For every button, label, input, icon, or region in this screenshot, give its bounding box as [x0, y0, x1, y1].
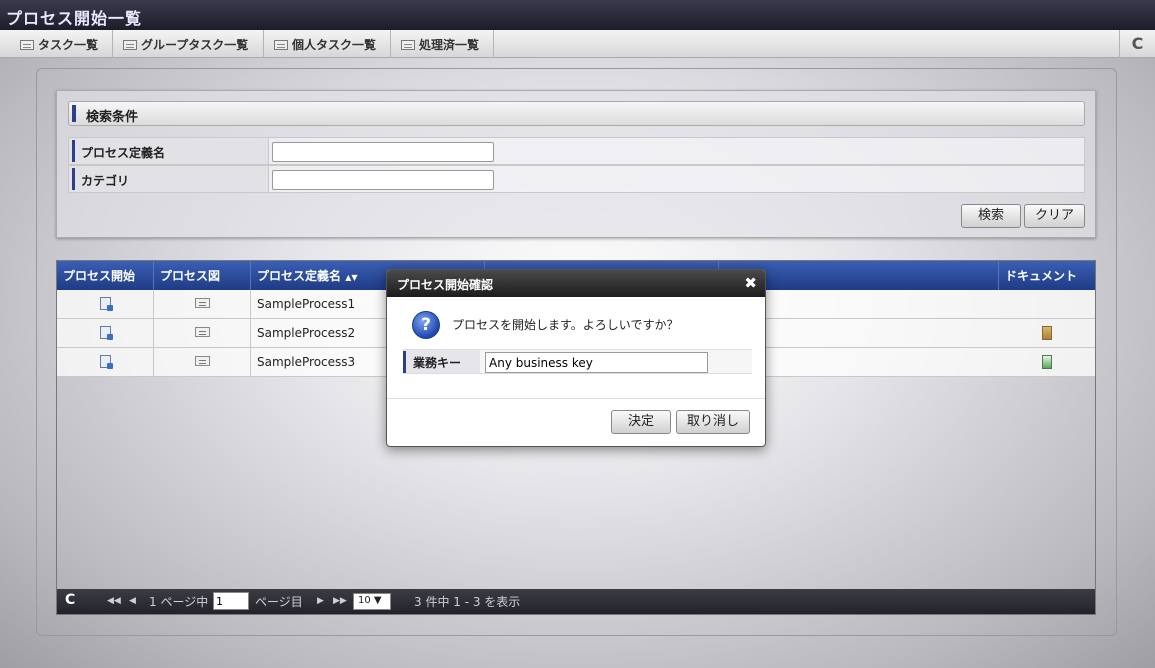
- prev-page-icon[interactable]: ◀: [129, 596, 136, 606]
- tab-label: 個人タスク一覧: [292, 38, 377, 52]
- pager-refresh-icon[interactable]: C: [65, 592, 75, 608]
- process-diagram-icon[interactable]: [194, 298, 210, 308]
- business-key-input[interactable]: [485, 352, 708, 373]
- process-name-label: プロセス定義名: [69, 138, 269, 164]
- tab-bar: タスク一覧 グループタスク一覧 個人タスク一覧 処理済一覧 C: [0, 30, 1155, 58]
- tab-personal-task-list[interactable]: 個人タスク一覧: [264, 30, 391, 58]
- tab-label: タスク一覧: [38, 38, 99, 52]
- refresh-icon[interactable]: C: [1119, 30, 1155, 58]
- diagram-cell: [154, 348, 251, 377]
- page-prefix: 1 ページ中: [149, 595, 209, 609]
- start-cell: [57, 290, 154, 319]
- tab-processed-list[interactable]: 処理済一覧: [391, 30, 494, 58]
- condition-row-category: カテゴリ: [68, 165, 1085, 193]
- document-cell: [999, 290, 1095, 319]
- document-cell: [999, 319, 1095, 348]
- diagram-cell: [154, 319, 251, 348]
- start-process-icon[interactable]: [99, 297, 113, 311]
- search-header: 検索条件: [68, 101, 1085, 126]
- dialog-title: プロセス開始確認 ✖: [387, 270, 765, 297]
- page-number-input[interactable]: [213, 592, 249, 610]
- category-label: カテゴリ: [69, 166, 269, 192]
- dialog-divider: [387, 398, 765, 399]
- start-process-icon[interactable]: [99, 355, 113, 369]
- cancel-button[interactable]: 取り消し: [676, 410, 750, 434]
- process-name-input[interactable]: [272, 142, 494, 162]
- business-key-row: 業務キー: [403, 349, 752, 374]
- page-size-select[interactable]: 10 ▼: [353, 593, 391, 610]
- start-cell: [57, 319, 154, 348]
- list-icon: [20, 40, 34, 50]
- dialog-message: プロセスを開始します。よろしいですか？: [452, 318, 679, 332]
- tab-group-task-list[interactable]: グループタスク一覧: [113, 30, 264, 58]
- search-panel: 検索条件 プロセス定義名 カテゴリ 検索 クリア: [56, 90, 1096, 238]
- tab-label: グループタスク一覧: [141, 38, 249, 52]
- column-label: プロセス定義名: [257, 269, 342, 283]
- tab-task-list[interactable]: タスク一覧: [10, 30, 113, 58]
- close-icon[interactable]: ✖: [744, 274, 757, 292]
- condition-row-process-name: プロセス定義名: [68, 137, 1085, 165]
- page-title: プロセス開始一覧: [0, 0, 1155, 30]
- list-icon: [274, 40, 288, 50]
- document-icon[interactable]: [1042, 355, 1052, 369]
- question-icon: ?: [412, 311, 440, 339]
- tab-label: 処理済一覧: [419, 38, 480, 52]
- confirm-dialog: プロセス開始確認 ✖ ? プロセスを開始します。よろしいですか？ 業務キー 決定…: [386, 269, 766, 447]
- pager-summary: 3 件中 1 - 3 を表示: [414, 595, 521, 609]
- document-cell: [999, 348, 1095, 377]
- start-process-icon[interactable]: [99, 326, 113, 340]
- process-diagram-icon[interactable]: [194, 327, 210, 337]
- first-page-icon[interactable]: ◀◀: [107, 596, 121, 606]
- sort-icon: ▲▼: [345, 273, 358, 282]
- column-process-diagram[interactable]: プロセス図: [154, 261, 251, 290]
- dialog-title-text: プロセス開始確認: [397, 278, 494, 292]
- clear-button[interactable]: クリア: [1024, 204, 1085, 228]
- last-page-icon[interactable]: ▶▶: [333, 596, 347, 606]
- search-button[interactable]: 検索: [961, 204, 1021, 228]
- start-cell: [57, 348, 154, 377]
- list-icon: [123, 40, 137, 50]
- column-document[interactable]: ドキュメント: [999, 261, 1095, 290]
- diagram-cell: [154, 290, 251, 319]
- ok-button[interactable]: 決定: [611, 410, 671, 434]
- business-key-label: 業務キー: [403, 350, 480, 373]
- pager: C ◀◀ ◀ 1 ページ中 ページ目 ▶ ▶▶ 10 ▼ 3 件中 1 - 3 …: [57, 589, 1095, 614]
- list-icon: [401, 40, 415, 50]
- page-suffix: ページ目: [255, 595, 303, 609]
- column-process-start[interactable]: プロセス開始: [57, 261, 154, 290]
- category-input[interactable]: [272, 170, 494, 190]
- process-diagram-icon[interactable]: [194, 356, 210, 366]
- next-page-icon[interactable]: ▶: [317, 596, 324, 606]
- document-icon[interactable]: [1042, 326, 1052, 340]
